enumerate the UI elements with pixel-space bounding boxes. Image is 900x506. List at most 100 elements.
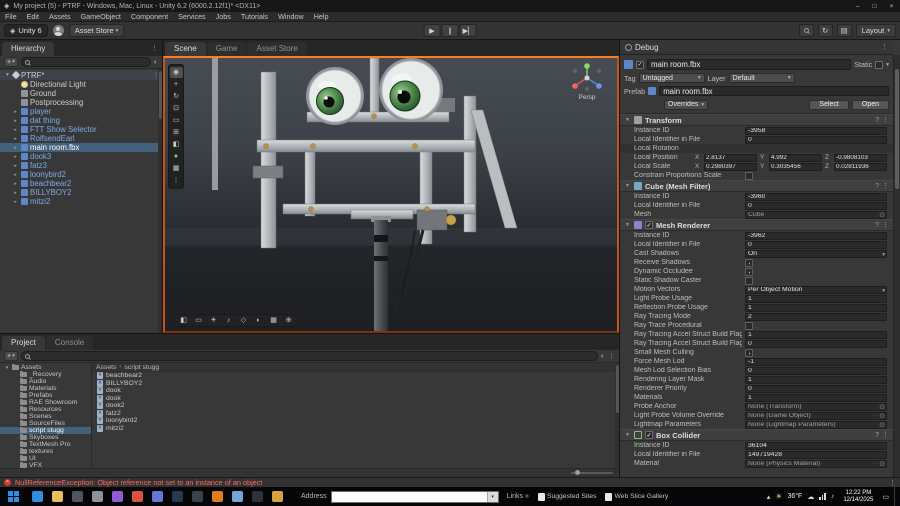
project-folder[interactable]: RAE Showroom: [0, 398, 91, 406]
slider-thumb[interactable]: [575, 470, 580, 475]
web-slice-gallery-link[interactable]: Web Slice Gallery: [605, 492, 668, 501]
inspector-property-row[interactable]: Light Probe Volume Override None (Game O…: [620, 411, 893, 420]
foldout-icon[interactable]: ▸: [12, 109, 19, 115]
scene-view-tab[interactable]: Scene: [165, 42, 206, 56]
property-value[interactable]: ✓ ▾ ⊙: [745, 267, 753, 276]
foldout-icon[interactable]: ▸: [12, 154, 19, 160]
scene-visibility-icon[interactable]: ◐: [154, 59, 158, 66]
inspector-property-row[interactable]: Local Identifier in File 0 ▾ ⊙: [620, 135, 893, 144]
editor-statusbar[interactable]: × NullReferenceException: Object referen…: [0, 477, 900, 487]
hierarchy-item[interactable]: ▸ RolfsendEarl: [0, 134, 162, 143]
menu-item[interactable]: File: [0, 12, 22, 21]
transform-tool-icon[interactable]: ⊞: [170, 127, 183, 138]
hidden-packages-icon[interactable]: ◐: [601, 353, 605, 360]
project-root-folder[interactable]: ▼ Assets: [0, 363, 91, 371]
custom-tool-icon[interactable]: ◧: [170, 139, 183, 150]
layers-button[interactable]: ▤: [836, 24, 852, 37]
project-folder[interactable]: TextMesh Pro: [0, 440, 91, 448]
volume-icon[interactable]: ♪: [831, 493, 835, 500]
foldout-open-icon[interactable]: ▼: [624, 117, 631, 123]
inspector-property-row[interactable]: Cast Shadows On ▾ ⊙: [620, 249, 893, 258]
links-toolbar[interactable]: Links »: [507, 493, 529, 500]
hierarchy-item[interactable]: Directional Light: [0, 80, 162, 89]
2d-toggle-icon[interactable]: ▭: [192, 316, 205, 326]
taskbar-clock[interactable]: 12:22 PM 12/14/2025: [839, 490, 877, 503]
breadcrumb-root[interactable]: Assets: [96, 364, 116, 371]
icon-size-slider[interactable]: [571, 470, 613, 475]
project-tab[interactable]: Console: [45, 336, 94, 350]
object-picker-icon[interactable]: ⊙: [879, 212, 885, 218]
hierarchy-item[interactable]: Postprocessing: [0, 98, 162, 107]
foldout-icon[interactable]: ▸: [12, 136, 19, 142]
foldout-icon[interactable]: ▸: [12, 127, 19, 133]
hierarchy-item[interactable]: ▸ main room.fbx: [0, 143, 162, 152]
position-z-field[interactable]: -0.9808103: [834, 153, 887, 162]
scrollbar-thumb[interactable]: [158, 71, 162, 119]
asset-file[interactable]: # beachbear2: [92, 372, 619, 380]
property-value[interactable]: 149719428 ▾ ⊙: [745, 450, 887, 459]
vlc-player-icon[interactable]: [212, 491, 223, 502]
panel-menu-icon[interactable]: ⋮: [881, 43, 888, 51]
grid-toggle-icon[interactable]: ▦: [170, 163, 183, 174]
foldout-icon[interactable]: ▸: [12, 118, 19, 124]
property-value[interactable]: -3960 ▾ ⊙: [745, 192, 887, 201]
position-x-field[interactable]: 2.8137: [704, 153, 757, 162]
menu-item[interactable]: Window: [273, 12, 309, 21]
tab-hierarchy[interactable]: Hierarchy: [2, 42, 55, 56]
property-value[interactable]: 1 ▾ ⊙: [745, 294, 887, 303]
property-value[interactable]: Cube ▾ ⊙: [745, 210, 887, 219]
object-picker-icon[interactable]: ⊙: [879, 422, 885, 428]
property-value[interactable]: 1 ▾ ⊙: [745, 393, 887, 402]
rect-tool-icon[interactable]: ▭: [170, 115, 183, 126]
project-search-input[interactable]: [20, 351, 598, 361]
help-icon[interactable]: ?: [875, 117, 879, 124]
asset-file[interactable]: # dook: [92, 387, 619, 395]
foldout-icon[interactable]: ▸: [12, 181, 19, 187]
kebab-icon[interactable]: ⋮: [882, 221, 889, 229]
gameobject-name-field[interactable]: main room.fbx: [647, 59, 852, 70]
inspector-property-row[interactable]: Receive Shadows ✓ ▾ ⊙: [620, 258, 893, 267]
cloud-sync-icon[interactable]: ☁: [807, 493, 814, 501]
project-folder[interactable]: Prefabs: [0, 391, 91, 399]
property-value[interactable]: 0 ▾ ⊙: [745, 135, 887, 144]
asset-file[interactable]: # dook: [92, 394, 619, 403]
open-button[interactable]: Open: [851, 99, 889, 110]
menu-item[interactable]: Tutorials: [236, 12, 273, 21]
property-value[interactable]: ▾ ⊙: [745, 171, 753, 180]
hierarchy-item[interactable]: ▸ FTT Show Selector: [0, 125, 162, 134]
project-folder[interactable]: Resources: [0, 405, 91, 413]
inspector-property-row[interactable]: Material None (Physics Material) ▾ ⊙: [620, 459, 893, 468]
project-tab[interactable]: Project: [2, 336, 45, 350]
hierarchy-scrollbar[interactable]: [158, 69, 162, 333]
property-value[interactable]: None (Transform) ▾ ⊙: [745, 402, 887, 411]
tag-dropdown[interactable]: Untagged ▾: [638, 73, 705, 83]
inspector-property-row[interactable]: Small Mesh Culling ✓ ▾ ⊙: [620, 348, 893, 357]
property-value[interactable]: ▾ ⊙: [745, 276, 753, 285]
scene-viewport[interactable]: ◉ + ↻ ⊡ ▭ ⊞ ◧ ● ▦ ⋮ ◧ ▭ ☀ ♪ ◇ ◐ ▦ ⊕ Pers…: [163, 56, 619, 333]
inspector-property-row[interactable]: Materials 1 ▾ ⊙: [620, 393, 893, 402]
inspector-property-row[interactable]: Ray Trace Procedural ▾ ⊙: [620, 321, 893, 330]
inspector-property-row[interactable]: Ray Tracing Accel Struct Build Flags 0 ▾…: [620, 339, 893, 348]
inspector-property-row[interactable]: Instance ID 36104 ▾ ⊙: [620, 441, 893, 450]
property-value[interactable]: ✓ ▾ ⊙: [745, 258, 753, 267]
property-value[interactable]: 0 ▾ ⊙: [745, 240, 887, 249]
asset-file[interactable]: # dook2: [92, 402, 619, 410]
foldout-open-icon[interactable]: ▼: [4, 72, 11, 78]
component-enabled-checkbox[interactable]: ✓: [645, 221, 653, 229]
panel-menu-icon[interactable]: ⋮: [151, 44, 158, 52]
inspector-property-row[interactable]: Static Shadow Caster ▾ ⊙: [620, 276, 893, 285]
layer-dropdown[interactable]: Default ▾: [728, 73, 795, 83]
terminal-icon[interactable]: [252, 491, 263, 502]
foldout-open-icon[interactable]: ▼: [624, 432, 631, 438]
edge-browser-icon[interactable]: [32, 491, 43, 502]
kebab-icon[interactable]: ⋮: [882, 431, 889, 439]
hierarchy-item[interactable]: ▸ loonybird2: [0, 170, 162, 179]
property-value[interactable]: ✓ ▾ ⊙: [745, 348, 753, 357]
inspector-property-row[interactable]: Probe Anchor None (Transform) ▾ ⊙: [620, 402, 893, 411]
property-value[interactable]: 0 ▾ ⊙: [745, 384, 887, 393]
project-folder[interactable]: UI: [0, 454, 91, 462]
component-enabled-checkbox[interactable]: ✓: [645, 431, 653, 439]
help-icon[interactable]: ?: [875, 222, 879, 229]
project-folder[interactable]: textures: [0, 447, 91, 455]
network-icon[interactable]: [819, 493, 826, 500]
